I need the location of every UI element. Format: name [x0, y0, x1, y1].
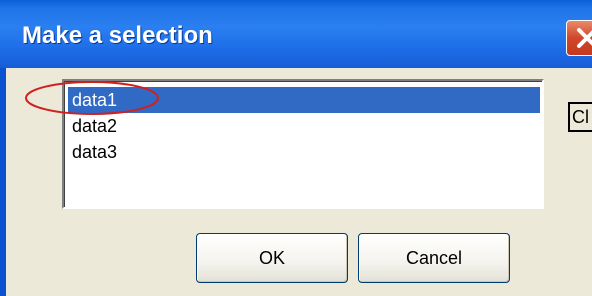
window-frame-left [0, 68, 6, 296]
close-icon [577, 28, 592, 48]
dialog-title: Make a selection [22, 22, 213, 49]
title-bar[interactable]: Make a selection [0, 0, 592, 68]
close-button[interactable] [566, 20, 592, 56]
list-item-data3[interactable]: data3 [68, 139, 540, 165]
ok-button[interactable]: OK [196, 233, 348, 283]
side-button[interactable]: Cl [568, 102, 592, 132]
annotation-ellipse [25, 81, 159, 115]
cancel-button[interactable]: Cancel [358, 233, 510, 283]
selection-dialog: Make a selection data1 data2 data3 Cl OK… [0, 0, 592, 296]
side-button-label: Cl [572, 107, 589, 127]
